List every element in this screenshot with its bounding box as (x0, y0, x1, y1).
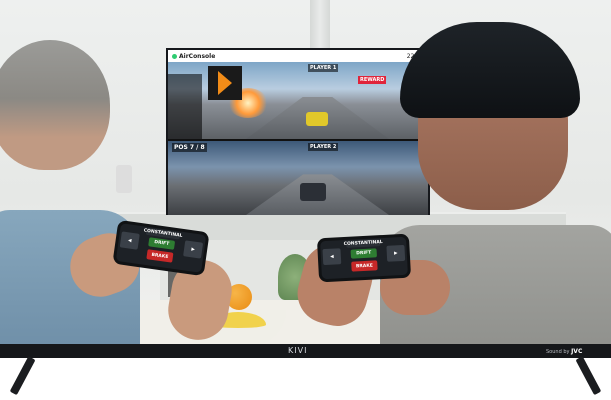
tv-header: AirConsole 22:11 (168, 50, 428, 62)
sound-brand: JVC (571, 348, 583, 355)
steer-right-button[interactable]: ▶ (183, 240, 204, 259)
controller-title: CONSTANTINAL (343, 239, 383, 248)
sound-by-prefix: Sound by (546, 349, 570, 355)
steer-left-button[interactable]: ◀ (322, 248, 342, 266)
brake-button[interactable]: BRAKE (146, 249, 174, 263)
player-2-tag: PLAYER 2 (308, 143, 339, 151)
phone-controller-right[interactable]: CONSTANTINAL ◀ DRIFT BRAKE ▶ (316, 233, 412, 283)
tv-leg-right (575, 356, 602, 396)
tv-brand-logo: KIVI (288, 346, 308, 355)
scene: AirConsole 22:11 PLAYER 1 REWARD POS 7 /… (0, 0, 611, 400)
position-readout: POS 7 / 8 (172, 143, 207, 152)
steer-right-button[interactable]: ▶ (386, 244, 406, 262)
drift-button[interactable]: DRIFT (148, 237, 176, 250)
brake-button[interactable]: BRAKE (351, 260, 378, 272)
controller-screen: CONSTANTINAL ◀ DRIFT BRAKE ▶ (115, 223, 207, 273)
chevron-right-icon (218, 71, 232, 95)
turn-sign (208, 66, 242, 100)
airconsole-label: AirConsole (179, 52, 216, 60)
car-dark (300, 183, 326, 201)
controller-screen: CONSTANTINAL ◀ DRIFT BRAKE ▶ (320, 236, 408, 280)
airconsole-logo: AirConsole (172, 53, 215, 60)
candle (116, 165, 132, 193)
tv-leg-left (9, 356, 36, 396)
tv-screen: AirConsole 22:11 PLAYER 1 REWARD POS 7 /… (166, 48, 430, 297)
game-view-top: PLAYER 1 REWARD (168, 62, 428, 151)
person-left-head (0, 40, 110, 170)
car-yellow (306, 112, 328, 126)
airconsole-icon (172, 53, 177, 59)
sound-by-label: Sound by JVC (546, 348, 582, 355)
steer-left-button[interactable]: ◀ (119, 231, 140, 250)
player-1-tag: PLAYER 1 (308, 64, 339, 72)
game-view-bottom: POS 7 / 8 PLAYER 2 (168, 141, 428, 297)
drift-button[interactable]: DRIFT (350, 248, 377, 259)
reward-badge: REWARD (358, 76, 387, 84)
